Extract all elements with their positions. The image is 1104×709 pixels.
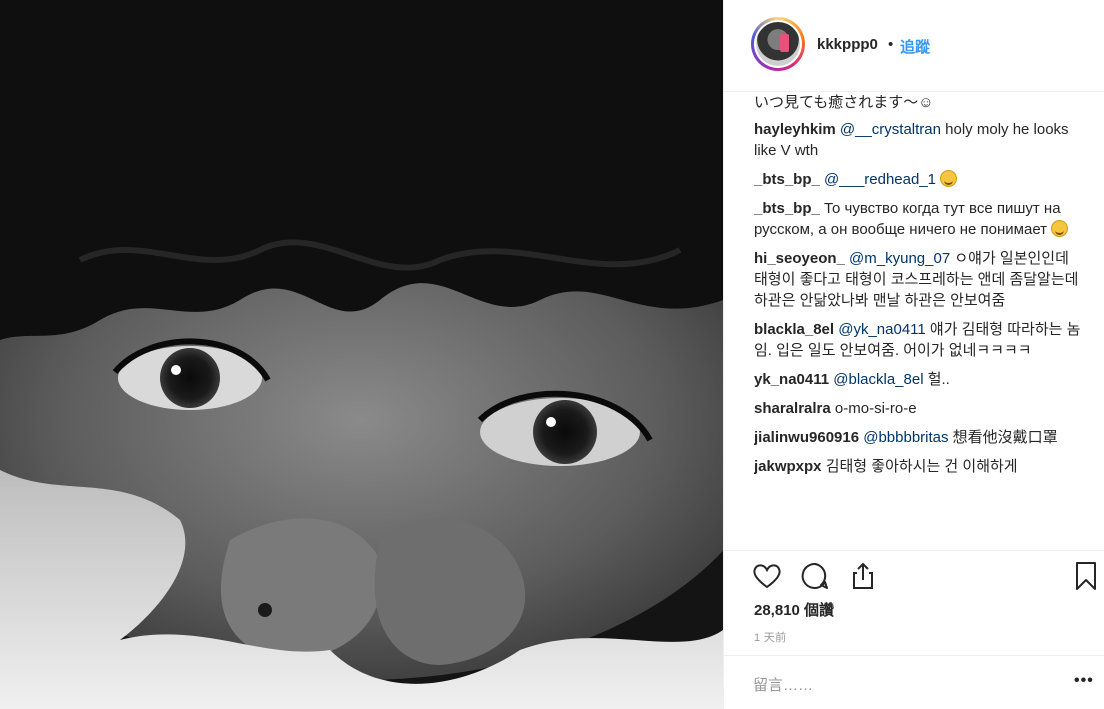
comments-list[interactable]: いつ見ても癒されます〜☺ hayleyhkim @__crystaltran h… xyxy=(754,92,1084,548)
comment-username[interactable]: sharalralra xyxy=(754,400,831,417)
action-bar xyxy=(724,550,1104,600)
comment-item: blackla_8el @yk_na0411 얘가 김태형 따라하는 놈임. 입… xyxy=(754,319,1084,361)
comment-mention[interactable]: @m_kyung_07 xyxy=(849,250,950,267)
save-button[interactable] xyxy=(1069,559,1103,593)
post-header: kkkppp0 • 追蹤 xyxy=(724,0,1104,92)
post-photo-image xyxy=(0,0,723,709)
avatar-face xyxy=(756,22,800,66)
comment-username[interactable]: jakwpxpx xyxy=(754,458,822,475)
comment-username[interactable]: blackla_8el xyxy=(754,321,834,338)
comment-item: hi_seoyeon_ @m_kyung_07 ㅇ얘가 일본인인데 태형이 좋다… xyxy=(754,248,1084,311)
add-comment-section: ••• xyxy=(724,655,1104,709)
comment-username[interactable]: jialinwu960916 xyxy=(754,429,859,446)
avatar-phone xyxy=(780,34,789,52)
comment-item: jialinwu960916 @bbbbbritas 想看他沒戴口罩 xyxy=(754,427,1084,448)
comment-mention[interactable]: @yk_na0411 xyxy=(838,321,926,338)
comment-item: sharalralra o-mo-si-ro-e xyxy=(754,398,1084,419)
speech-bubble-icon xyxy=(801,562,828,589)
post-timestamp[interactable]: 1 天前 xyxy=(754,629,786,645)
avatar-image xyxy=(754,20,802,68)
comment-mention[interactable]: @___redhead_1 xyxy=(824,171,936,188)
comment-username[interactable]: hi_seoyeon_ xyxy=(754,250,845,267)
comment-button[interactable] xyxy=(798,559,832,593)
comment-username[interactable]: _bts_bp_ xyxy=(754,200,820,217)
comment-input[interactable] xyxy=(753,674,1043,696)
like-button[interactable] xyxy=(750,559,784,593)
comments-scrollbar[interactable] xyxy=(1097,92,1101,548)
follow-button[interactable]: 追蹤 xyxy=(900,36,930,57)
separator-dot: • xyxy=(888,36,894,53)
share-icon xyxy=(853,562,873,589)
grinning-sweat-emoji-icon xyxy=(940,170,958,187)
post-sidebar: kkkppp0 • 追蹤 いつ見ても癒されます〜☺ hayleyhkim @__… xyxy=(723,0,1104,709)
comment-text: 김태형 좋아하시는 건 이해하게 xyxy=(821,458,1018,475)
comment-text: 想看他沒戴口罩 xyxy=(948,429,1058,446)
post-photo[interactable] xyxy=(0,0,723,709)
comment-username[interactable]: yk_na0411 xyxy=(754,371,829,388)
comment-text: いつ見ても癒されます〜☺ xyxy=(754,94,934,111)
more-options-button[interactable]: ••• xyxy=(1074,673,1096,692)
likes-count[interactable]: 28,810 個讚 xyxy=(754,599,834,620)
comment-username[interactable]: hayleyhkim xyxy=(754,121,836,138)
comment-username[interactable]: _bts_bp_ xyxy=(754,171,820,188)
comment-mention[interactable]: @blackla_8el xyxy=(833,371,923,388)
share-button[interactable] xyxy=(846,559,880,593)
comment-item: yk_na0411 @blackla_8el 헐.. xyxy=(754,369,1084,390)
bookmark-icon xyxy=(1076,562,1096,590)
comment-item: jakwpxpx 김태형 좋아하시는 건 이해하게 xyxy=(754,456,1084,477)
comment-item: hayleyhkim @__crystaltran holy moly he l… xyxy=(754,119,1084,161)
grinning-sweat-emoji-icon xyxy=(1051,220,1069,237)
comment-item: _bts_bp_ @___redhead_1 xyxy=(754,169,1084,190)
post-username[interactable]: kkkppp0 xyxy=(817,36,878,53)
comment-text: 헐.. xyxy=(923,371,950,388)
comment-text: o-mo-si-ro-e xyxy=(830,400,917,417)
comment-mention[interactable]: @__crystaltran xyxy=(840,121,941,138)
heart-icon xyxy=(753,564,781,589)
comment-item: いつ見ても癒されます〜☺ xyxy=(754,92,1084,113)
comment-mention[interactable]: @bbbbbritas xyxy=(863,429,948,446)
comment-item: _bts_bp_ То чувство когда тут все пишут … xyxy=(754,198,1084,240)
avatar[interactable] xyxy=(751,17,805,71)
